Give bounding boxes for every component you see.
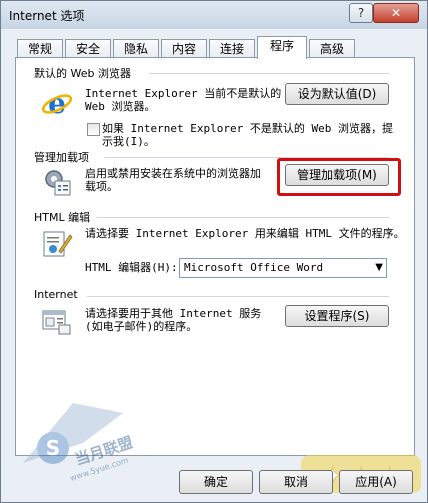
html-editing-text: 请选择要 Internet Explorer 用来编辑 HTML 文件的程序。 xyxy=(85,227,405,240)
addons-text-1: 启用或禁用安装在系统中的浏览器加 xyxy=(85,167,261,180)
default-browser-text-2: Web 浏览器。 xyxy=(85,100,156,113)
cancel-button[interactable]: 取消 xyxy=(259,470,333,494)
prompt-default-checkbox[interactable] xyxy=(87,123,100,136)
internet-programs-text-1: 请选择要用于其他 Internet 服务 xyxy=(85,307,262,320)
tab-programs[interactable]: 程序 xyxy=(257,36,307,59)
internet-options-window: Internet 选项 ? ✕ 常规 安全 隐私 内容 连接 程序 高级 默认的… xyxy=(0,0,428,503)
tab-general[interactable]: 常规 xyxy=(17,39,63,58)
tab-advanced[interactable]: 高级 xyxy=(309,39,355,58)
html-editor-value: Microsoft Office Word xyxy=(184,261,324,274)
internet-explorer-icon: e xyxy=(41,87,73,119)
highlight-box xyxy=(277,158,401,196)
checkbox-label-1: 如果 Internet Explorer 不是默认的 Web 浏览器，提 xyxy=(102,122,393,135)
html-editor-label: HTML 编辑器(H): xyxy=(85,261,178,274)
internet-programs-title: Internet xyxy=(34,288,78,301)
svg-text:S: S xyxy=(46,436,60,460)
internet-programs-icon xyxy=(42,310,71,335)
svg-text:e: e xyxy=(48,87,66,119)
apply-button[interactable]: 应用(A) xyxy=(339,470,413,494)
tab-connections[interactable]: 连接 xyxy=(209,39,255,58)
ok-button[interactable]: 确定 xyxy=(179,470,253,494)
html-edit-icon xyxy=(43,231,73,257)
addons-text-2: 载项。 xyxy=(85,180,118,193)
title-bar[interactable]: Internet 选项 ? ✕ xyxy=(1,1,427,29)
group-separator xyxy=(149,73,389,74)
group-separator xyxy=(97,217,389,218)
help-button[interactable]: ? xyxy=(349,3,373,23)
addons-title: 管理加载项 xyxy=(34,151,89,164)
tab-security[interactable]: 安全 xyxy=(65,39,111,58)
tab-privacy[interactable]: 隐私 xyxy=(113,39,159,58)
close-button[interactable]: ✕ xyxy=(373,3,419,23)
html-editor-select[interactable]: Microsoft Office Word ▼ xyxy=(179,258,387,278)
internet-programs-text-2: (如电子邮件)的程序。 xyxy=(85,320,198,333)
checkbox-label-2: 示我(I)。 xyxy=(102,135,155,148)
default-browser-text-1: Internet Explorer 当前不是默认的 xyxy=(85,87,282,100)
default-browser-title: 默认的 Web 浏览器 xyxy=(34,67,131,80)
group-separator xyxy=(87,296,389,297)
watermark-logo: S 当月联盟 www.5yue.com xyxy=(23,403,133,483)
tab-content[interactable]: 内容 xyxy=(161,39,207,58)
make-default-button[interactable]: 设为默认值(D) xyxy=(285,83,389,105)
window-title: Internet 选项 xyxy=(9,9,85,23)
addons-gear-icon xyxy=(45,170,71,196)
chevron-down-icon: ▼ xyxy=(375,262,383,273)
set-programs-button[interactable]: 设置程序(S) xyxy=(285,305,389,327)
html-editing-title: HTML 编辑 xyxy=(34,211,91,224)
